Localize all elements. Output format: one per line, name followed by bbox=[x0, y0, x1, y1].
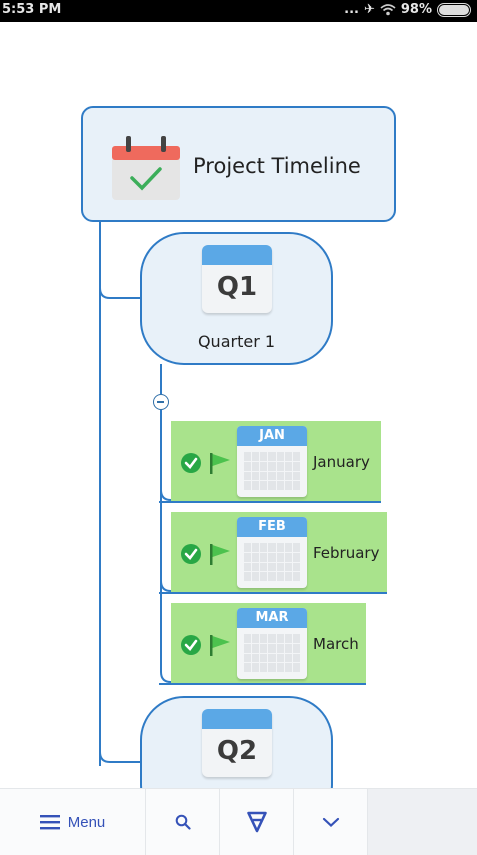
month-node-january[interactable]: JAN January bbox=[159, 421, 381, 503]
search-icon bbox=[175, 814, 191, 830]
check-complete-icon bbox=[181, 635, 201, 655]
month-calendar-icon: FEB bbox=[237, 517, 307, 588]
month-label: February bbox=[313, 544, 380, 562]
flag-icon bbox=[210, 544, 230, 565]
menu-button[interactable]: Menu bbox=[0, 789, 146, 855]
check-complete-icon bbox=[181, 453, 201, 473]
month-label: March bbox=[313, 635, 359, 653]
status-time: 5:53 PM bbox=[2, 2, 62, 17]
month-tag: JAN bbox=[237, 426, 307, 446]
quarter-node-q1[interactable]: Q1 Quarter 1 bbox=[140, 232, 333, 365]
bottom-toolbar: Menu bbox=[0, 788, 477, 855]
quarter-label: Quarter 1 bbox=[197, 332, 276, 351]
q1-badge-text: Q1 bbox=[216, 272, 258, 302]
battery-icon bbox=[437, 2, 471, 17]
filter-button[interactable] bbox=[220, 789, 294, 855]
menu-label: Menu bbox=[67, 813, 106, 831]
toolbar-spacer bbox=[368, 789, 477, 855]
calendar-check-icon bbox=[112, 136, 180, 200]
signal-dots: ... bbox=[344, 2, 359, 17]
expand-button[interactable] bbox=[294, 789, 368, 855]
chevron-down-icon bbox=[322, 817, 339, 828]
battery-percent: 98% bbox=[400, 2, 432, 17]
month-calendar-icon: MAR bbox=[237, 608, 307, 679]
month-calendar-icon: JAN bbox=[237, 426, 307, 497]
root-topic-node[interactable]: Project Timeline bbox=[81, 106, 396, 222]
root-topic-title: Project Timeline bbox=[193, 154, 361, 178]
wifi-icon bbox=[380, 4, 396, 16]
hamburger-icon bbox=[39, 815, 60, 830]
month-tag: FEB bbox=[237, 517, 307, 537]
status-bar: 5:53 PM ... ✈ 98% bbox=[0, 0, 477, 22]
filter-icon bbox=[246, 811, 267, 833]
month-node-march[interactable]: MAR March bbox=[159, 603, 366, 685]
month-node-february[interactable]: FEB February bbox=[159, 512, 387, 594]
status-icons: ... ✈ 98% bbox=[344, 2, 471, 17]
airplane-icon: ✈ bbox=[363, 2, 375, 17]
q1-badge-icon: Q1 bbox=[202, 245, 272, 313]
flag-icon bbox=[210, 453, 230, 474]
collapse-toggle[interactable] bbox=[153, 394, 169, 410]
month-label: January bbox=[313, 453, 370, 471]
q2-badge-icon: Q2 bbox=[202, 709, 272, 777]
search-button[interactable] bbox=[146, 789, 220, 855]
q2-badge-text: Q2 bbox=[216, 736, 258, 766]
flag-icon bbox=[210, 635, 230, 656]
month-tag: MAR bbox=[237, 608, 307, 628]
check-complete-icon bbox=[181, 544, 201, 564]
